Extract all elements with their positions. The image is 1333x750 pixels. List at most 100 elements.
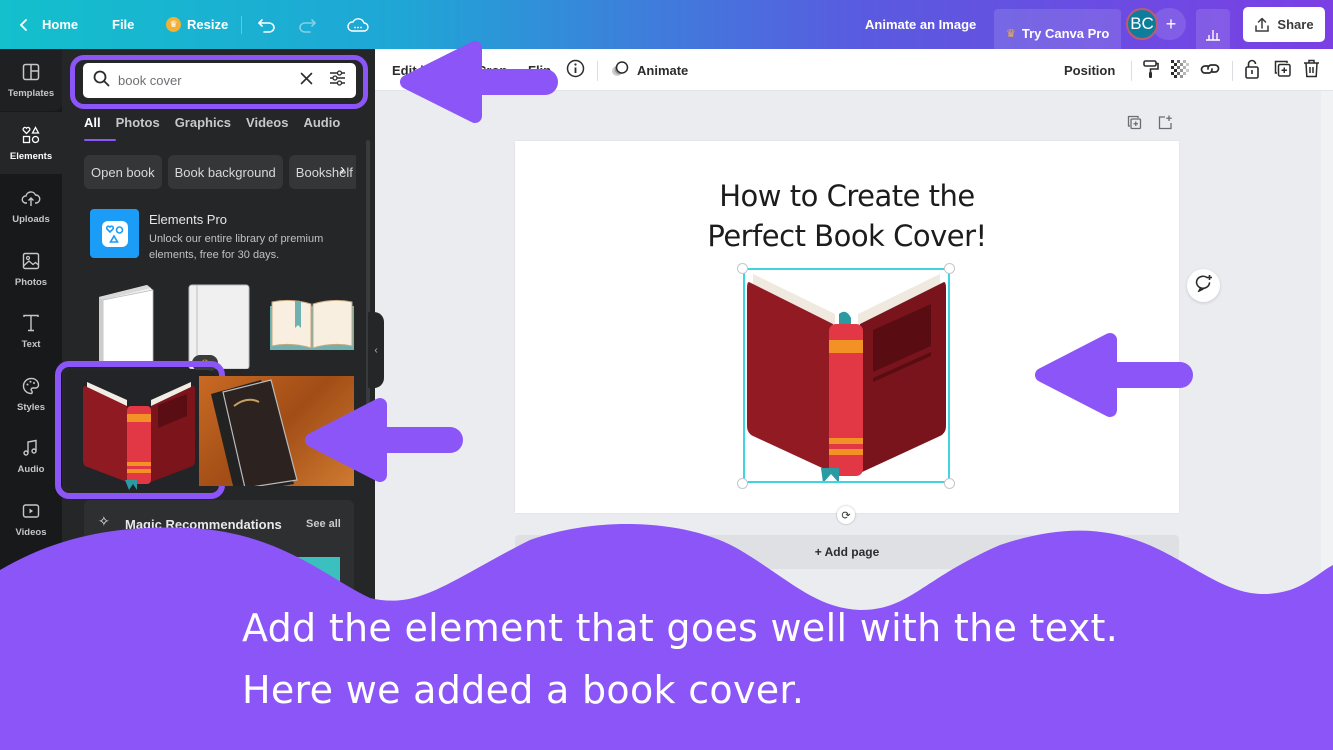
toolbar-divider <box>1131 61 1132 81</box>
delete-button[interactable] <box>1303 49 1320 91</box>
rail-item-audio[interactable]: Audio <box>0 425 62 487</box>
upload-cloud-icon <box>21 188 41 211</box>
promo-description: Unlock our entire library of premium ele… <box>149 233 324 261</box>
result-thumbnail-white-book[interactable] <box>97 285 157 370</box>
link-button[interactable] <box>1200 49 1220 91</box>
crown-icon: ♛ <box>1006 28 1016 40</box>
chip-bookshelf[interactable]: Bookshelf <box>288 155 356 189</box>
selection-bounding-box <box>743 268 950 483</box>
rail-label: Styles <box>17 401 45 413</box>
file-label: File <box>112 17 135 32</box>
lock-button[interactable] <box>1244 49 1260 91</box>
cloud-icon <box>347 17 369 33</box>
arrow-to-book-element-icon <box>1035 333 1193 417</box>
tab-videos[interactable]: Videos <box>246 111 288 141</box>
unlock-icon <box>1244 59 1260 82</box>
duplicate-page-icon <box>1127 115 1142 134</box>
elements-pro-icon[interactable] <box>90 209 139 258</box>
templates-icon <box>21 62 41 85</box>
upload-share-icon <box>1254 17 1270 33</box>
share-label: Share <box>1277 17 1314 32</box>
home-label: Home <box>42 17 79 32</box>
tab-all[interactable]: All <box>84 111 116 141</box>
tab-graphics[interactable]: Graphics <box>175 111 231 141</box>
plus-icon: + <box>1165 13 1177 34</box>
rail-label: Uploads <box>12 213 50 225</box>
animate-label: Animate <box>637 62 689 78</box>
add-page-icon-button[interactable] <box>1158 115 1173 135</box>
text-icon <box>21 313 41 336</box>
try-pro-label: Try Canva Pro <box>1021 26 1110 41</box>
canvas-scrollbar[interactable] <box>1321 91 1333 571</box>
topbar-divider <box>241 16 242 34</box>
add-page-icon <box>1158 115 1173 134</box>
rail-item-elements[interactable]: Elements <box>0 112 62 174</box>
resize-handle-top-left[interactable] <box>737 263 748 274</box>
collapse-panel-handle[interactable]: ‹ <box>368 312 384 388</box>
suggestion-chips: Open book Book background Bookshelf <box>84 155 356 189</box>
result-thumbnail-open-book[interactable] <box>269 298 355 359</box>
rail-item-templates[interactable]: Templates <box>0 49 62 111</box>
top-bar: Home File ♛ Resize Animate an Image ♛ Tr… <box>0 0 1333 58</box>
chevron-left-icon: ‹ <box>374 344 378 356</box>
rail-label: Elements <box>9 150 53 162</box>
canva-editor-screenshot: Home File ♛ Resize Animate an Image ♛ Tr… <box>0 0 1333 750</box>
info-icon <box>566 59 585 81</box>
transparency-button[interactable] <box>1171 49 1189 91</box>
toolbar-divider <box>597 61 598 81</box>
search-tabs: All Photos Graphics Videos Audio <box>84 111 340 141</box>
design-title[interactable]: Animate an Image <box>865 0 976 49</box>
design-heading-text[interactable]: How to Create the Perfect Book Cover! <box>515 176 1179 256</box>
tab-photos[interactable]: Photos <box>116 111 160 141</box>
arrow-to-selected-thumbnail-icon <box>305 398 463 482</box>
annotation-caption-line-1: Add the element that goes well with the … <box>242 606 1119 650</box>
chip-open-book[interactable]: Open book <box>84 155 162 189</box>
redo-button[interactable] <box>297 0 317 49</box>
rail-item-text[interactable]: Text <box>0 300 62 362</box>
arrow-to-search-icon <box>400 41 558 123</box>
resize-handle-top-right[interactable] <box>944 263 955 274</box>
duplicate-icon <box>1273 59 1292 81</box>
toolbar-divider <box>1232 61 1233 81</box>
transparency-checker-icon <box>1171 59 1189 81</box>
rail-item-uploads[interactable]: Uploads <box>0 175 62 237</box>
trash-icon <box>1303 59 1320 81</box>
heading-line-2: Perfect Book Cover! <box>707 219 987 253</box>
search-highlight-frame <box>70 55 368 109</box>
user-avatar[interactable]: BC <box>1126 8 1158 40</box>
undo-button[interactable] <box>257 0 277 49</box>
file-menu-button[interactable]: File <box>112 0 134 49</box>
home-button[interactable]: Home <box>18 0 78 49</box>
avatar-initials: BC <box>1130 14 1154 33</box>
chip-book-background[interactable]: Book background <box>167 155 283 189</box>
paint-roller-icon <box>1142 59 1160 82</box>
bar-chart-icon <box>1205 27 1221 41</box>
rail-item-photos[interactable]: Photos <box>0 238 62 300</box>
undo-icon <box>257 17 277 33</box>
rail-label: Text <box>21 338 41 350</box>
rail-label: Photos <box>14 276 48 288</box>
copy-style-button[interactable] <box>1142 49 1160 91</box>
position-button[interactable]: Position <box>1064 49 1115 91</box>
chevron-right-icon[interactable]: › <box>340 161 345 178</box>
resize-handle-bottom-right[interactable] <box>944 478 955 489</box>
rail-item-styles[interactable]: Styles <box>0 363 62 425</box>
cloud-save-status[interactable] <box>347 0 369 49</box>
animate-button[interactable]: Animate <box>610 49 688 91</box>
rail-label: Templates <box>7 87 55 99</box>
duplicate-page-button[interactable] <box>1127 115 1142 135</box>
info-button[interactable] <box>566 49 585 91</box>
resize-handle-bottom-left[interactable] <box>737 478 748 489</box>
tab-audio[interactable]: Audio <box>303 111 340 141</box>
resize-label: Resize <box>187 17 229 32</box>
animate-icon <box>610 60 630 81</box>
add-comment-button[interactable] <box>1187 269 1220 302</box>
promo-title[interactable]: Elements Pro <box>149 212 227 227</box>
resize-button[interactable]: ♛ Resize <box>166 0 228 49</box>
elements-icon <box>21 125 41 148</box>
comment-add-icon <box>1195 274 1213 297</box>
design-title-text: Animate an Image <box>865 17 977 32</box>
duplicate-button[interactable] <box>1273 49 1292 91</box>
share-button[interactable]: Share <box>1243 7 1325 42</box>
heading-line-1: How to Create the <box>719 179 975 213</box>
